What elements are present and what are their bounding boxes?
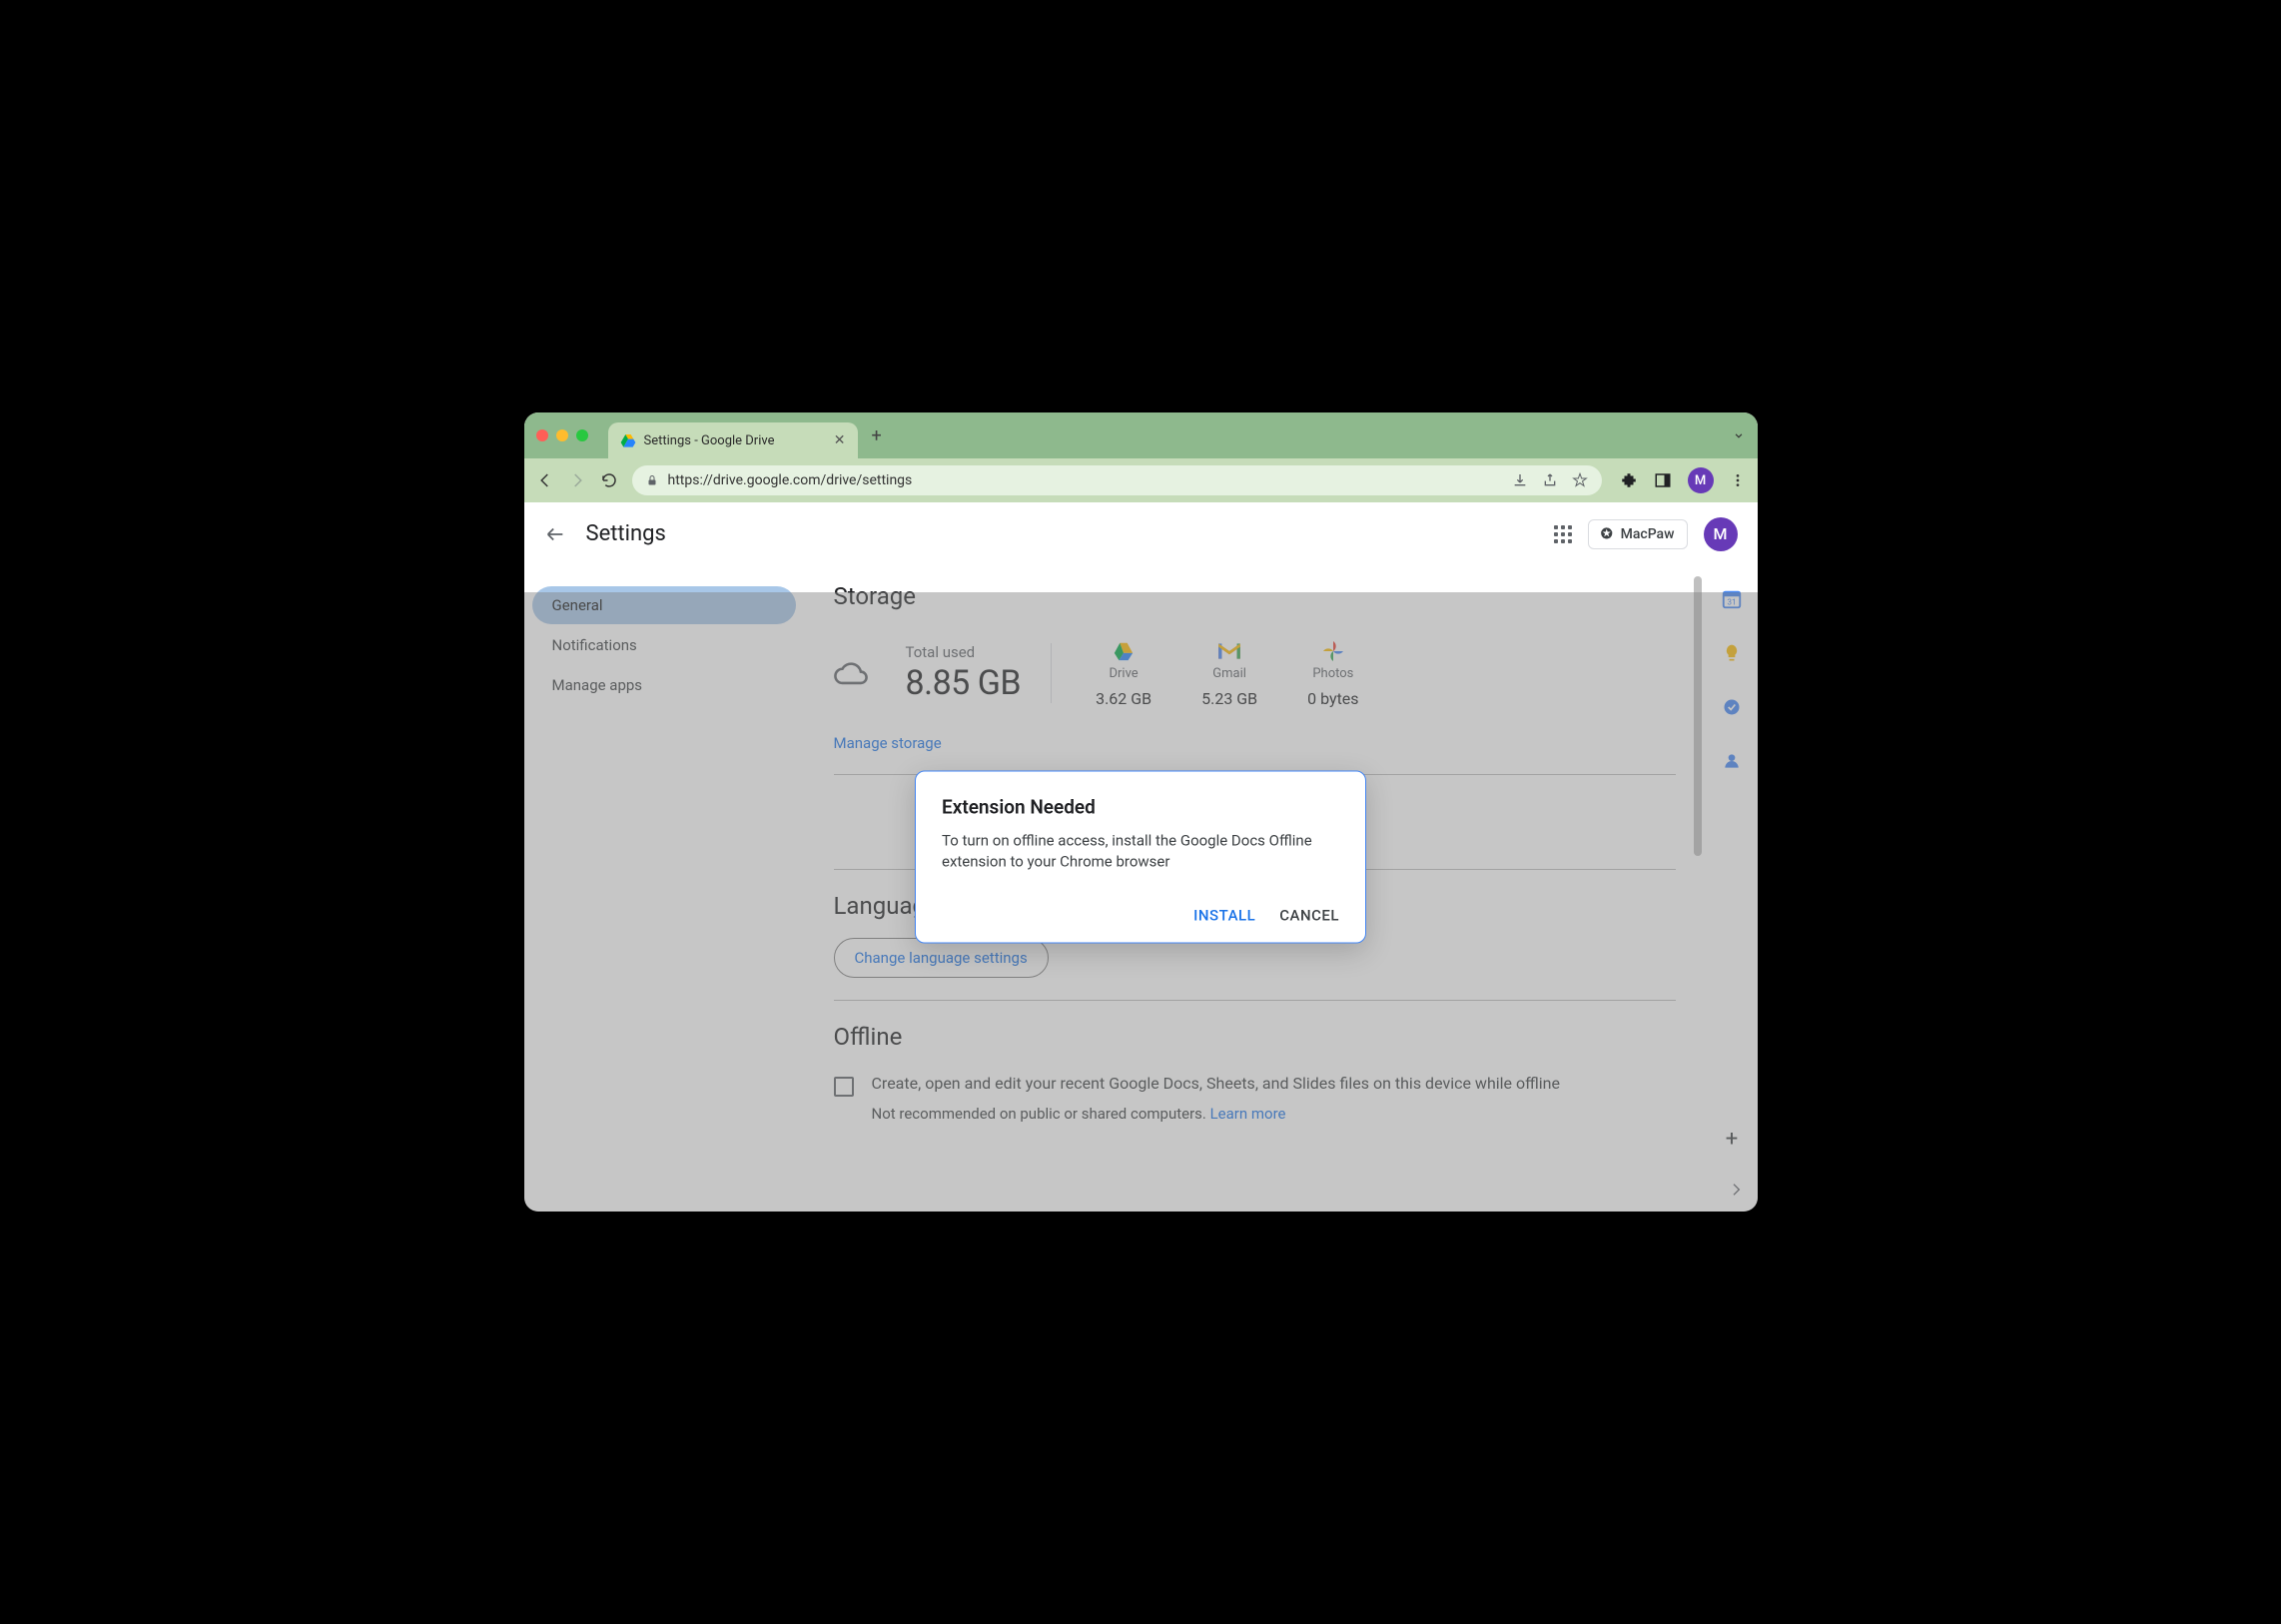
reload-button[interactable]: [600, 471, 622, 489]
hide-side-panel-button[interactable]: [1728, 1182, 1744, 1198]
sidepanel-icon[interactable]: [1654, 471, 1672, 489]
lock-icon: [646, 474, 658, 486]
offline-checkbox[interactable]: [834, 1077, 854, 1097]
tasks-icon[interactable]: [1721, 696, 1743, 718]
account-avatar[interactable]: M: [1704, 517, 1738, 551]
sidebar-item-manage-apps[interactable]: Manage apps: [532, 666, 796, 704]
forward-button[interactable]: [568, 471, 590, 489]
extensions-icon[interactable]: [1620, 471, 1638, 489]
browser-menu-button[interactable]: [1730, 472, 1746, 488]
manage-storage-link[interactable]: Manage storage: [834, 734, 942, 752]
org-badge[interactable]: ✪ MacPaw: [1588, 519, 1688, 549]
contacts-icon[interactable]: [1721, 750, 1743, 772]
drive-favicon-icon: [620, 432, 636, 448]
divider: [834, 1000, 1676, 1001]
address-bar: https://drive.google.com/drive/settings …: [524, 458, 1758, 502]
offline-description: Create, open and edit your recent Google…: [872, 1073, 1560, 1095]
cancel-button[interactable]: CANCEL: [1279, 907, 1339, 925]
settings-back-button[interactable]: [544, 523, 566, 545]
close-tab-button[interactable]: ✕: [834, 432, 846, 448]
profile-avatar[interactable]: M: [1688, 467, 1714, 493]
storage-breakdown-drive: Drive 3.62 GB: [1096, 638, 1151, 708]
minimize-window-button[interactable]: [556, 429, 568, 441]
storage-breakdown-gmail: Gmail 5.23 GB: [1201, 638, 1257, 708]
cloud-icon: [834, 656, 882, 690]
url-text: https://drive.google.com/drive/settings: [668, 472, 913, 488]
window-controls: [536, 429, 588, 441]
browser-tab[interactable]: Settings - Google Drive ✕: [608, 422, 858, 458]
change-language-button[interactable]: Change language settings: [834, 938, 1049, 978]
browser-toolbar-right: M: [1620, 467, 1746, 493]
tab-bar: Settings - Google Drive ✕ +: [524, 412, 1758, 458]
browser-window: Settings - Google Drive ✕ + https://driv…: [524, 412, 1758, 1212]
install-app-icon[interactable]: [1512, 472, 1528, 488]
org-name: MacPaw: [1621, 526, 1675, 542]
gmail-icon: [1201, 638, 1257, 664]
new-tab-button[interactable]: +: [872, 425, 882, 446]
scrollbar[interactable]: [1694, 576, 1702, 856]
offline-note: Not recommended on public or shared comp…: [872, 1105, 1560, 1123]
share-icon[interactable]: [1542, 472, 1558, 488]
google-side-panel: 31 +: [1706, 566, 1758, 1212]
tabs-dropdown-button[interactable]: [1732, 428, 1746, 442]
dialog-title: Extension Needed: [942, 796, 1339, 819]
offline-section-title: Offline: [834, 1023, 1676, 1051]
install-button[interactable]: INSTALL: [1193, 907, 1255, 925]
tab-title: Settings - Google Drive: [644, 433, 826, 448]
dialog-body: To turn on offline access, install the G…: [942, 831, 1339, 873]
storage-breakdown-photos: Photos 0 bytes: [1307, 638, 1358, 708]
macpaw-logo-icon: ✪: [1601, 526, 1613, 542]
sidebar-item-notifications[interactable]: Notifications: [532, 626, 796, 664]
photos-icon: [1307, 638, 1358, 664]
storage-summary: Total used 8.85 GB Drive 3.62 GB: [834, 628, 1676, 728]
bookmark-icon[interactable]: [1572, 472, 1588, 488]
sidebar-item-general[interactable]: General: [532, 586, 796, 624]
drive-icon: [1096, 638, 1151, 664]
app-header: Settings ✪ MacPaw M: [524, 502, 1758, 566]
total-used-value: 8.85 GB: [906, 663, 1022, 703]
maximize-window-button[interactable]: [576, 429, 588, 441]
extension-needed-dialog: Extension Needed To turn on offline acce…: [915, 771, 1366, 944]
total-used-label: Total used: [906, 643, 1022, 661]
settings-sidebar: General Notifications Manage apps: [524, 566, 804, 1212]
drive-settings-app: Settings ✪ MacPaw M General Notification…: [524, 502, 1758, 1212]
url-box[interactable]: https://drive.google.com/drive/settings: [632, 465, 1602, 495]
back-button[interactable]: [536, 471, 558, 489]
close-window-button[interactable]: [536, 429, 548, 441]
storage-section-title: Storage: [834, 582, 1676, 610]
google-apps-icon[interactable]: [1554, 525, 1572, 543]
page-title: Settings: [586, 521, 666, 546]
keep-icon[interactable]: [1721, 642, 1743, 664]
calendar-icon[interactable]: 31: [1721, 588, 1743, 610]
svg-text:31: 31: [1727, 598, 1736, 608]
learn-more-link[interactable]: Learn more: [1210, 1105, 1286, 1123]
get-addons-button[interactable]: +: [1726, 1127, 1738, 1152]
